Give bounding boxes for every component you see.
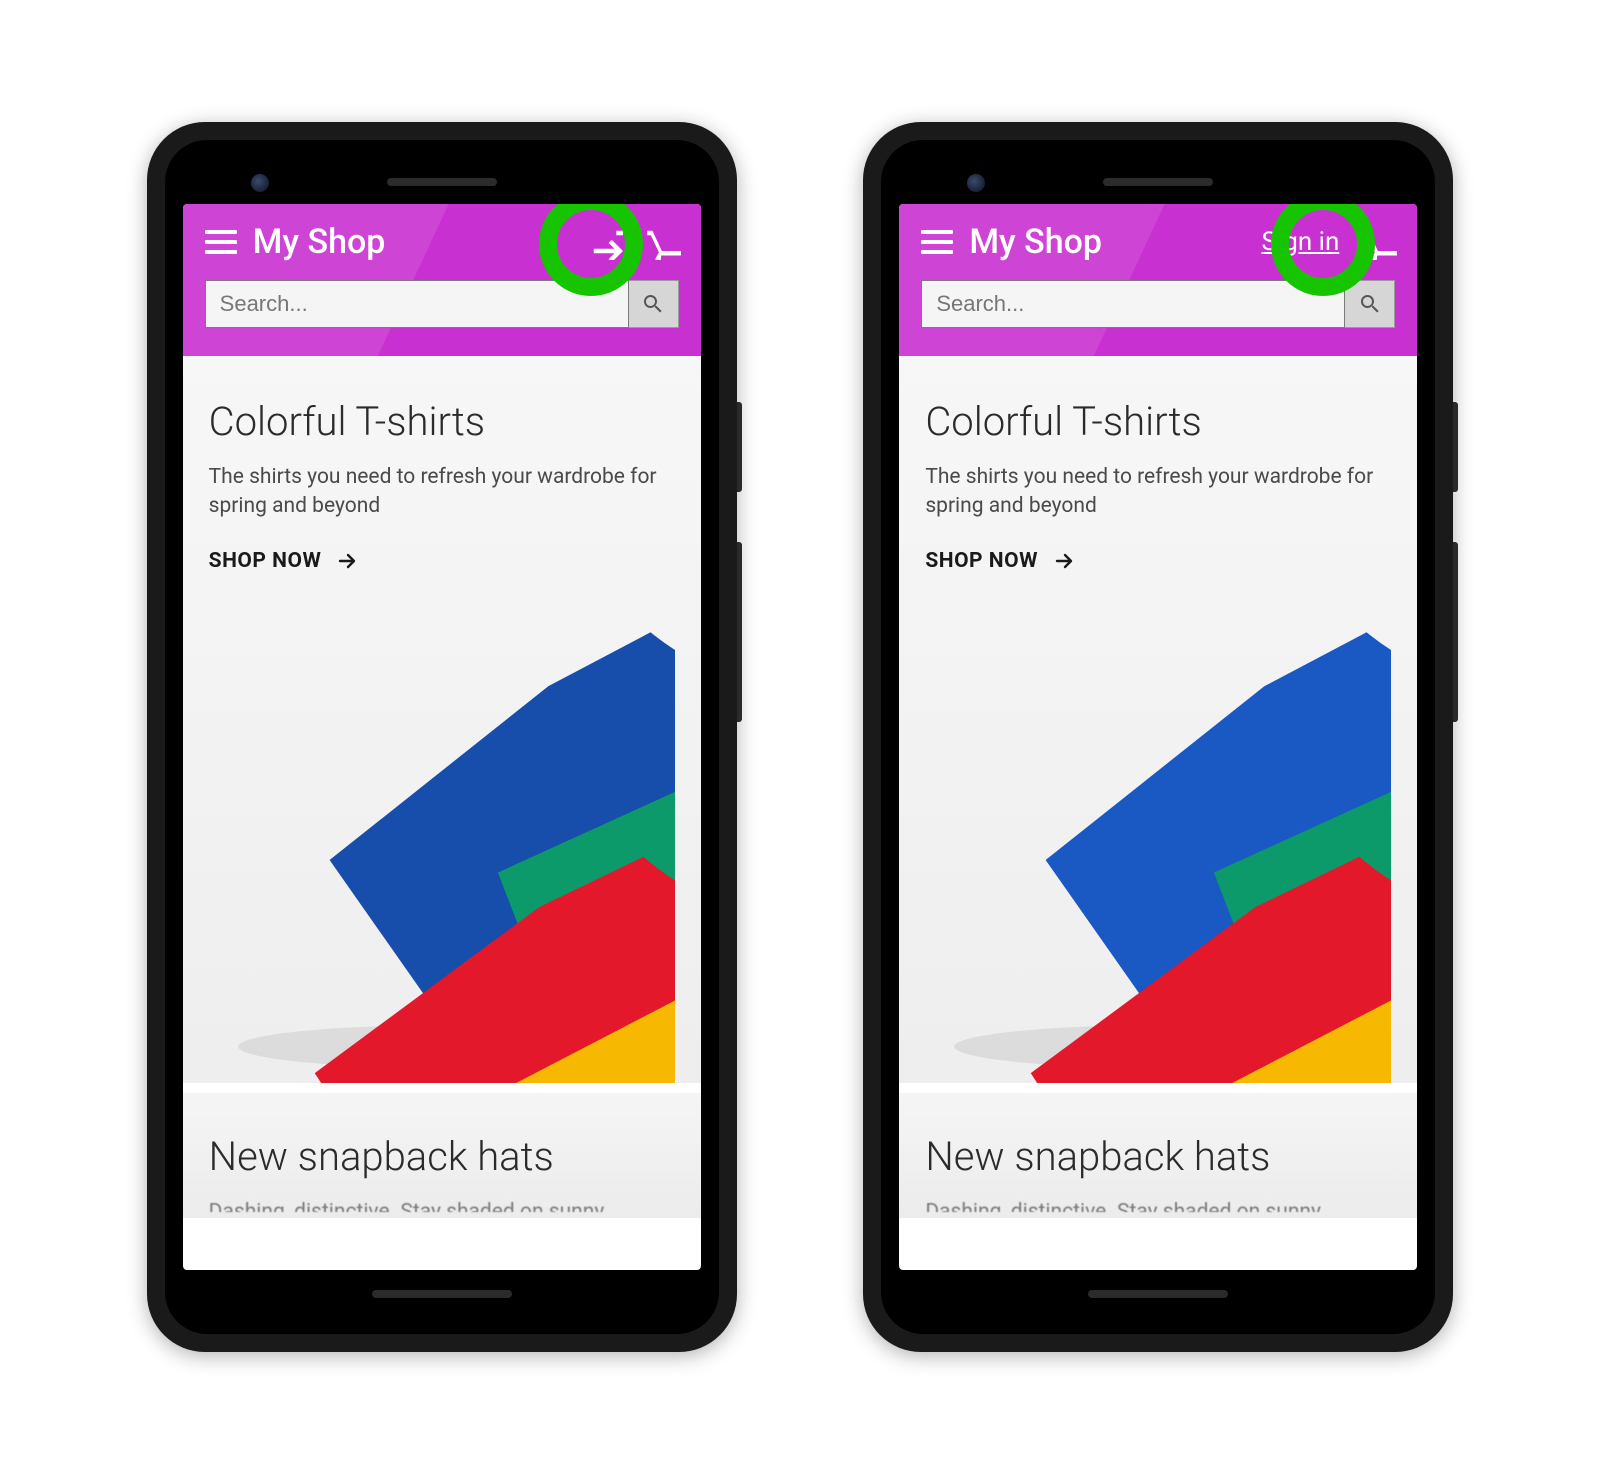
device-side-button: [1453, 542, 1458, 722]
cart-icon: [1361, 224, 1397, 260]
arrow-right-icon: [335, 549, 359, 573]
shop-now-link[interactable]: SHOP NOW: [209, 549, 360, 573]
hamburger-menu-icon[interactable]: [205, 230, 237, 254]
search-button[interactable]: [629, 280, 679, 328]
search-button[interactable]: [1345, 280, 1395, 328]
section-subtitle-cutoff: Dashing, distinctive. Stay shaded on sun…: [925, 1198, 1391, 1212]
search-icon: [1358, 292, 1382, 316]
device-speaker: [1103, 178, 1213, 186]
shop-now-label: SHOP NOW: [925, 549, 1038, 573]
phone-mockup-right: My Shop Sign in Colorful T-sh: [863, 122, 1453, 1352]
device-speaker: [387, 178, 497, 186]
signin-icon-button[interactable]: [587, 224, 623, 260]
cart-icon-button[interactable]: [1361, 224, 1397, 260]
hero-section-hats: New snapback hats Dashing, distinctive. …: [899, 1093, 1417, 1218]
device-side-button: [737, 402, 742, 492]
section-title: Colorful T-shirts: [209, 398, 675, 445]
arrow-right-icon: [1052, 549, 1076, 573]
tshirts-illustration: [209, 583, 675, 1083]
device-camera: [251, 174, 269, 192]
device-side-button: [1453, 402, 1458, 492]
section-title: New snapback hats: [925, 1133, 1391, 1180]
hero-section-tshirts: Colorful T-shirts The shirts you need to…: [899, 356, 1417, 1084]
search-icon: [641, 292, 665, 316]
cart-icon: [645, 224, 681, 260]
login-icon: [587, 224, 623, 260]
hero-section-tshirts: Colorful T-shirts The shirts you need to…: [183, 356, 701, 1084]
device-camera: [967, 174, 985, 192]
section-subtitle: The shirts you need to refresh your ward…: [209, 463, 675, 522]
section-subtitle: The shirts you need to refresh your ward…: [925, 463, 1391, 522]
hero-section-hats: New snapback hats Dashing, distinctive. …: [183, 1093, 701, 1218]
device-speaker: [1088, 1290, 1228, 1298]
device-side-button: [737, 542, 742, 722]
shop-now-label: SHOP NOW: [209, 549, 322, 573]
app-header: My Shop: [183, 204, 701, 356]
shop-now-link[interactable]: SHOP NOW: [925, 549, 1076, 573]
section-title: New snapback hats: [209, 1133, 675, 1180]
tshirts-illustration: [925, 583, 1391, 1083]
signin-link[interactable]: Sign in: [1261, 227, 1339, 257]
device-speaker: [372, 1290, 512, 1298]
search-bar: [921, 280, 1395, 328]
app-title: My Shop: [969, 222, 1245, 262]
section-subtitle-cutoff: Dashing, distinctive. Stay shaded on sun…: [209, 1198, 675, 1212]
phone-mockup-left: My Shop: [147, 122, 737, 1352]
section-title: Colorful T-shirts: [925, 398, 1391, 445]
app-header: My Shop Sign in: [899, 204, 1417, 356]
cart-icon-button[interactable]: [645, 224, 681, 260]
search-input[interactable]: [921, 280, 1345, 328]
hamburger-menu-icon[interactable]: [921, 230, 953, 254]
search-input[interactable]: [205, 280, 629, 328]
search-bar: [205, 280, 679, 328]
app-screen: My Shop: [183, 204, 701, 1270]
app-screen: My Shop Sign in Colorful T-sh: [899, 204, 1417, 1270]
app-title: My Shop: [253, 222, 571, 262]
